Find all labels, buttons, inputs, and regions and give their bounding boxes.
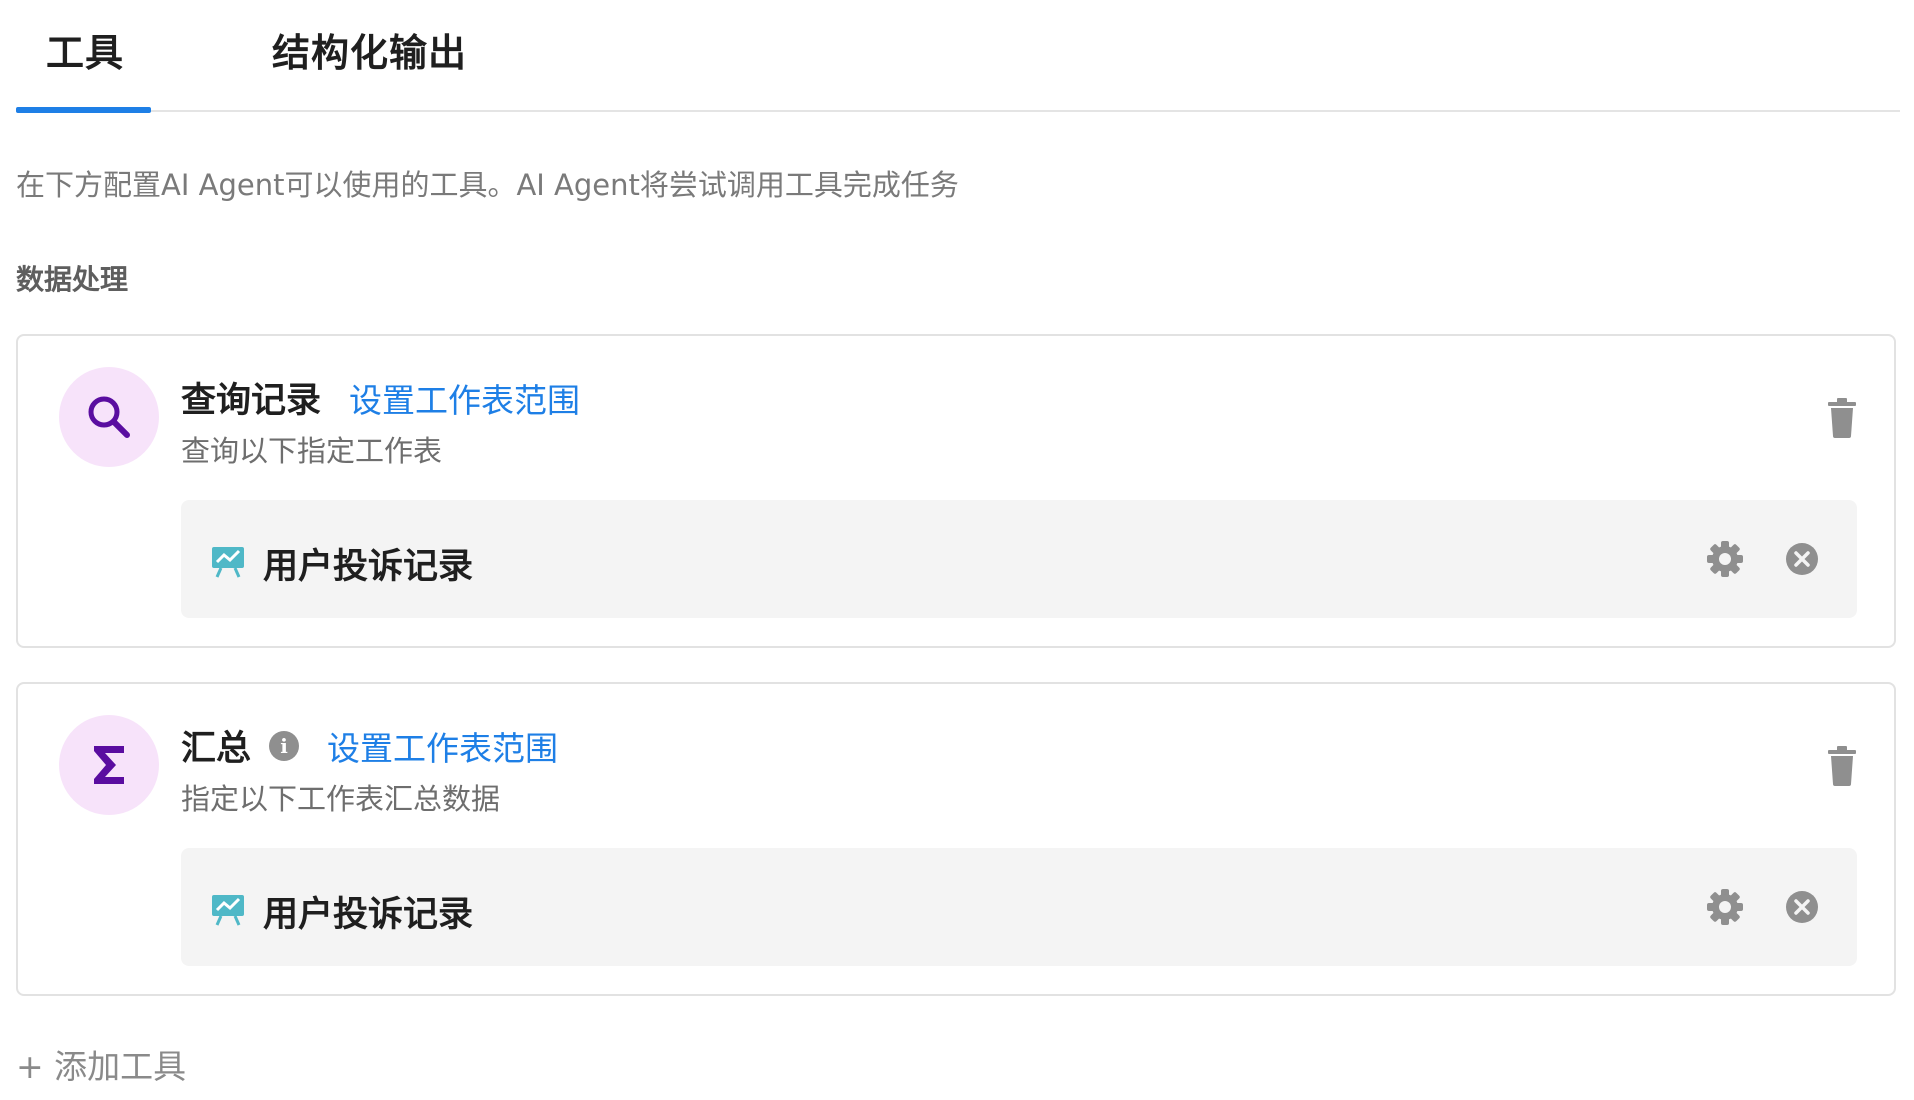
search-icon [88,396,130,438]
gear-icon[interactable] [1706,540,1744,578]
set-sheet-scope-link[interactable]: 设置工作表范围 [349,374,580,422]
tool-header: 汇总 i 设置工作表范围 [181,720,558,771]
section-title: 数据处理 [16,263,129,296]
remove-sheet-icon[interactable] [1785,542,1819,576]
tools-panel: 工具 结构化输出 在下方配置AI Agent可以使用的工具。AI Agent将尝… [16,0,1900,1086]
panel-description: 在下方配置AI Agent可以使用的工具。AI Agent将尝试调用工具完成任务 [16,168,959,202]
tab-tools[interactable]: 工具 [46,22,124,77]
sheet-name: 用户投诉记录 [263,547,474,587]
info-icon[interactable]: i [269,730,300,761]
trash-icon[interactable] [1826,746,1858,786]
tab-bar: 工具 结构化输出 [16,0,1900,113]
tool-name: 汇总 [181,729,252,769]
chart-board-icon [212,895,244,926]
remove-sheet-icon[interactable] [1785,890,1819,924]
active-tab-indicator [16,107,151,113]
tool-card-query-records: 查询记录 设置工作表范围 查询以下指定工作表 用户投诉记录 [16,334,1896,648]
set-sheet-scope-link[interactable]: 设置工作表范围 [327,722,558,770]
gear-icon[interactable] [1706,888,1744,926]
add-tool-button[interactable]: + 添加工具 [16,1040,186,1088]
tool-header: 查询记录 设置工作表范围 [181,372,580,423]
sigma-icon [94,746,124,784]
tool-subtitle: 指定以下工作表汇总数据 [181,782,501,816]
tool-card-summary: 汇总 i 设置工作表范围 指定以下工作表汇总数据 用户投诉记录 [16,682,1896,996]
chart-board-icon [212,547,244,578]
tool-subtitle: 查询以下指定工作表 [181,434,443,468]
tab-structured-output[interactable]: 结构化输出 [272,22,467,77]
sheet-name: 用户投诉记录 [263,895,474,935]
sheet-item: 用户投诉记录 [181,848,1857,966]
tool-name: 查询记录 [181,381,322,421]
tool-avatar [59,367,159,467]
tool-avatar [59,715,159,815]
trash-icon[interactable] [1826,398,1858,438]
sheet-item: 用户投诉记录 [181,500,1857,618]
